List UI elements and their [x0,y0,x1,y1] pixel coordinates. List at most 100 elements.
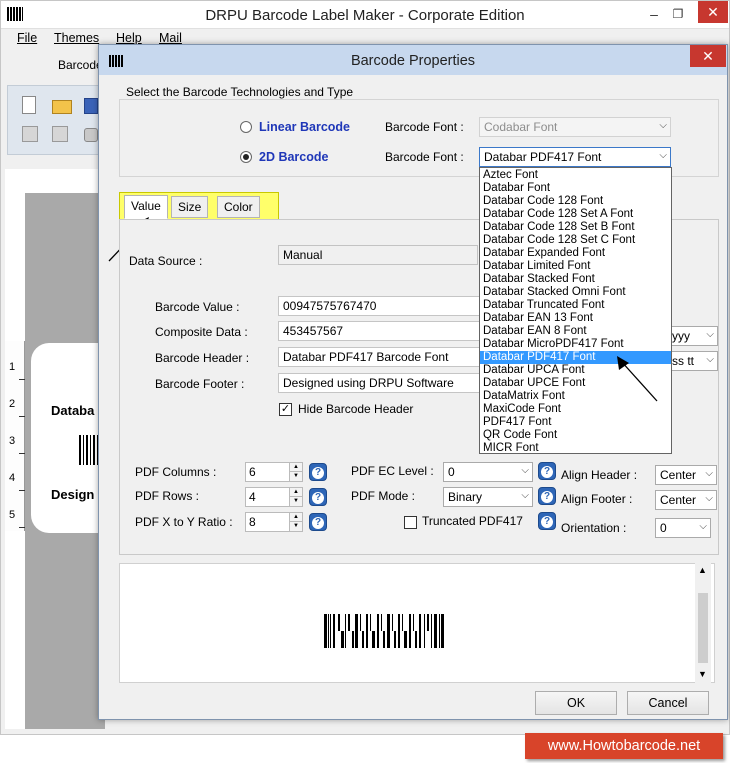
orientation-combo[interactable]: 0 ⌵ [655,518,711,538]
font-option-databar-code128[interactable]: Databar Code 128 Font [480,195,671,208]
ruler-number: 5 [9,509,16,521]
help-icon[interactable]: ? [538,512,556,530]
menu-file[interactable]: File [17,31,37,45]
help-icon[interactable]: ? [309,513,327,531]
pdf-ec-level-value: 0 [448,465,455,479]
align-footer-combo[interactable]: Center ⌵ [655,490,717,510]
font-option-databar[interactable]: Databar Font [480,182,671,195]
barcode-header-input[interactable]: Databar PDF417 Barcode Font [278,347,483,367]
barcode-footer-label: Barcode Footer : [155,377,245,391]
font-option-databar-code128-a[interactable]: Databar Code 128 Set A Font [480,208,671,221]
lock-icon[interactable] [84,128,98,142]
pdf-ec-level-combo[interactable]: 0 ⌵ [443,462,533,482]
save-icon[interactable] [84,98,98,114]
scroll-thumb[interactable] [698,593,708,663]
label-preview-card[interactable]: Databa Design [31,343,105,533]
pdf417-barcode-image [324,614,444,648]
close-icon[interactable]: ✕ [698,1,728,23]
align-header-combo[interactable]: Center ⌵ [655,465,717,485]
ok-button[interactable]: OK [535,691,617,715]
help-icon[interactable]: ? [538,462,556,480]
preview-scrollbar[interactable]: ▲ ▼ [695,563,711,683]
font-option-micr[interactable]: MICR Font [480,442,671,455]
2d-barcode-radio[interactable] [240,151,252,163]
data-source-value: Manual [283,248,323,262]
hide-header-label[interactable]: Hide Barcode Header [298,402,413,416]
font-option-databar-ean13[interactable]: Databar EAN 13 Font [480,312,671,325]
chevron-down-icon: ⌵ [706,329,714,340]
composite-data-input[interactable]: 453457567 [278,321,483,341]
open-folder-icon[interactable] [52,100,72,114]
font-option-databar-limited[interactable]: Databar Limited Font [480,260,671,273]
date-format-combo[interactable]: yyy ⌵ [668,326,718,346]
main-titlebar: DRPU Barcode Label Maker - Corporate Edi… [1,1,729,29]
tech-group-legend: Select the Barcode Technologies and Type [123,85,357,99]
pdf-mode-label: PDF Mode : [351,489,416,503]
barcode-value-input[interactable]: 00947575767470 [278,296,483,316]
data-source-label: Data Source : [129,254,203,268]
pdf-ratio-spinner[interactable]: 8 ▲ ▼ [245,512,303,532]
font-option-aztec[interactable]: Aztec Font [480,169,671,182]
tab-color[interactable]: Color [217,196,260,218]
spin-down-icon[interactable]: ▼ [289,497,302,506]
copy-icon[interactable] [22,126,38,142]
font-option-databar-expanded[interactable]: Databar Expanded Font [480,247,671,260]
pdf-columns-spinner[interactable]: 6 ▲ ▼ [245,462,303,482]
font-option-pdf417[interactable]: PDF417 Font [480,416,671,429]
font-option-databar-code128-c[interactable]: Databar Code 128 Set C Font [480,234,671,247]
data-source-combo[interactable]: Manual [278,245,478,265]
pdf-rows-value: 4 [249,490,256,504]
menu-themes[interactable]: Themes [54,31,99,45]
spin-down-icon[interactable]: ▼ [289,522,302,531]
font-option-databar-stacked[interactable]: Databar Stacked Font [480,273,671,286]
hide-header-checkbox[interactable]: ✓ [279,403,292,416]
2d-font-value: Databar PDF417 Font [484,150,602,164]
ruler-tick [19,379,25,380]
help-icon[interactable]: ? [538,487,556,505]
linear-barcode-label[interactable]: Linear Barcode [259,120,350,134]
spin-up-icon[interactable]: ▲ [289,463,302,472]
font-option-databar-stacked-omni[interactable]: Databar Stacked Omni Font [480,286,671,299]
pdf-columns-label: PDF Columns : [135,465,217,479]
time-format-combo[interactable]: ss tt ⌵ [668,351,718,371]
restore-icon[interactable]: ❐ [665,4,691,24]
dialog-close-icon[interactable]: ✕ [690,45,726,67]
font-option-qr-code[interactable]: QR Code Font [480,429,671,442]
font-option-databar-ean8[interactable]: Databar EAN 8 Font [480,325,671,338]
pdf-mode-combo[interactable]: Binary ⌵ [443,487,533,507]
scroll-up-icon[interactable]: ▲ [698,565,707,575]
font-option-databar-micropdf417[interactable]: Databar MicroPDF417 Font [480,338,671,351]
font-option-databar-code128-b[interactable]: Databar Code 128 Set B Font [480,221,671,234]
2d-font-combo[interactable]: Databar PDF417 Font ⌵ [479,147,671,167]
ruler-number: 2 [9,398,16,410]
spin-down-icon[interactable]: ▼ [289,472,302,481]
tab-size[interactable]: Size [171,196,209,218]
help-icon[interactable]: ? [309,488,327,506]
ribbon-tab-barcode[interactable]: Barcode [58,58,103,72]
new-file-icon[interactable] [22,96,36,114]
font-option-databar-truncated[interactable]: Databar Truncated Font [480,299,671,312]
align-footer-value: Center [660,493,697,507]
scroll-down-icon[interactable]: ▼ [698,669,707,679]
spin-up-icon[interactable]: ▲ [289,488,302,497]
help-icon[interactable]: ? [309,463,327,481]
cancel-button[interactable]: Cancel [627,691,709,715]
align-header-label: Align Header : [561,468,638,482]
spin-up-icon[interactable]: ▲ [289,513,302,522]
truncated-pdf417-label[interactable]: Truncated PDF417 [422,514,523,528]
pdf-ratio-label: PDF X to Y Ratio : [135,515,233,529]
website-watermark: www.Howtobarcode.net [525,733,723,759]
minimize-icon[interactable]: – [641,4,667,24]
ruler-tick [19,527,25,528]
linear-barcode-radio[interactable] [240,121,252,133]
pdf-rows-spinner[interactable]: 4 ▲ ▼ [245,487,303,507]
truncated-pdf417-checkbox[interactable] [404,516,417,529]
pdf-ratio-value: 8 [249,515,256,529]
2d-barcode-label[interactable]: 2D Barcode [259,150,328,164]
barcode-footer-input[interactable]: Designed using DRPU Software [278,373,483,393]
barcode-header-label: Barcode Header : [155,351,250,365]
barcode-preview-area [119,563,715,683]
paste-icon[interactable] [52,126,68,142]
menu-help[interactable]: Help [116,31,142,45]
menu-mail[interactable]: Mail [159,31,182,45]
